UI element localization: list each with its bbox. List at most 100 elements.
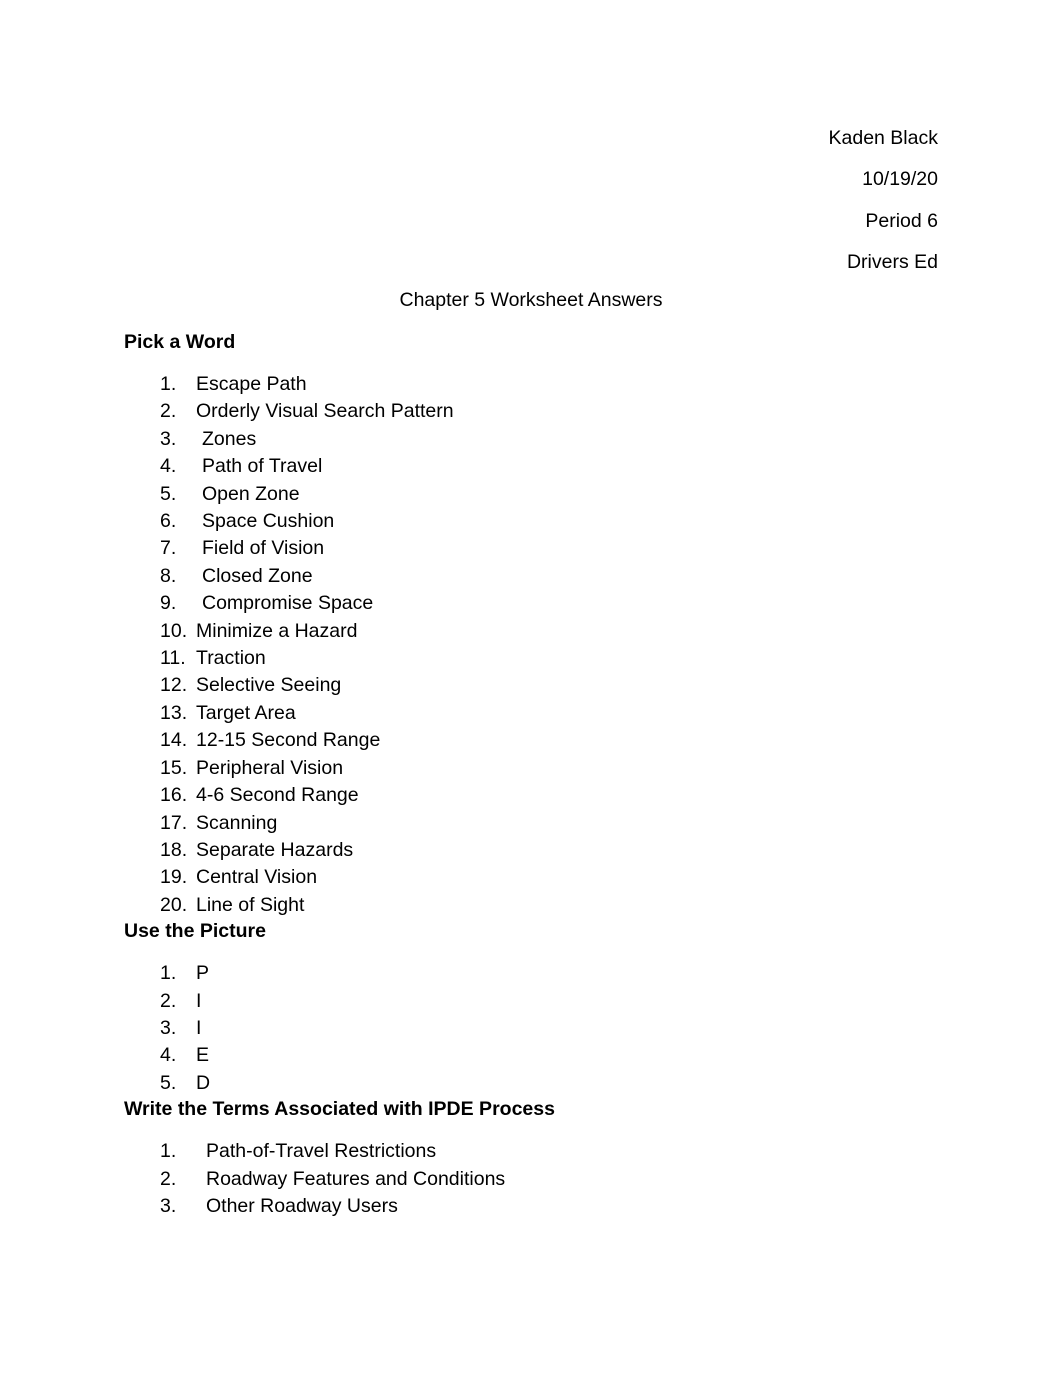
list-item-text: Central Vision xyxy=(196,866,318,889)
header-line-date: 10/19/20 xyxy=(862,168,938,191)
list-item-text: D xyxy=(196,1071,211,1094)
section-use-the-picture: Use the Picture 1. P 2. I 3. I 4. E 5. D xyxy=(124,919,984,1097)
list-item-number: 2. xyxy=(160,989,177,1012)
list-item-text: Target Area xyxy=(196,701,296,724)
list-item: 4. E xyxy=(124,1042,984,1069)
list-item-number: 3. xyxy=(160,1016,177,1039)
answer-list-pick-a-word: 1. Escape Path 2. Orderly Visual Search Pa… xyxy=(124,371,984,919)
list-item-text: Zones xyxy=(202,427,257,450)
list-item-number: 11. xyxy=(160,647,186,670)
header-line-period: Period 6 xyxy=(865,209,938,232)
list-item-number: 7. xyxy=(160,537,177,560)
list-item: 8. Closed Zone xyxy=(124,563,984,590)
list-item: 9. Compromise Space xyxy=(124,590,984,617)
list-item: 6. Space Cushion xyxy=(124,508,984,535)
list-item: 2. Orderly Visual Search Pattern xyxy=(124,398,984,425)
list-item-number: 1. xyxy=(160,373,177,395)
list-item: 3. Zones xyxy=(124,426,984,453)
answer-list-ipde-terms: 1. Path-of-Travel Restrictions 2. Roadway … xyxy=(124,1138,984,1220)
list-item: 1. Path-of-Travel Restrictions xyxy=(124,1138,984,1165)
list-item-number: 4. xyxy=(160,455,177,478)
list-item-number: 17. xyxy=(160,811,188,834)
list-item-text: Selective Seeing xyxy=(196,674,342,697)
list-item-number: 16. xyxy=(160,784,188,807)
list-item-number: 5. xyxy=(160,482,177,505)
section-pick-a-word: Pick a Word 1. Escape Path 2. Orderly Visu… xyxy=(124,330,984,919)
list-item-number: 10. xyxy=(160,619,188,642)
list-item: 2. Roadway Features and Conditions xyxy=(124,1166,984,1193)
list-item-number: 14. xyxy=(160,729,188,752)
list-item: 4. Path of Travel xyxy=(124,453,984,480)
list-item: 18. Separate Hazards xyxy=(124,837,984,864)
list-item-number: 5. xyxy=(160,1071,177,1094)
list-item-number: 12. xyxy=(160,674,188,697)
list-item-text: Space Cushion xyxy=(202,510,335,533)
list-item-number: 6. xyxy=(160,510,177,533)
list-item-text: Orderly Visual Search Pattern xyxy=(196,400,454,423)
list-item-text: Separate Hazards xyxy=(196,838,354,861)
list-item: 1. Escape Path xyxy=(124,371,984,398)
list-item: 10. Minimize a Hazard xyxy=(124,618,984,645)
list-item-text: Compromise Space xyxy=(202,592,374,615)
list-item-text: Other Roadway Users xyxy=(206,1194,398,1217)
list-item-text: Path-of-Travel Restrictions xyxy=(206,1140,437,1163)
list-item-text: E xyxy=(196,1044,210,1067)
list-item: 15. Peripheral Vision xyxy=(124,755,984,782)
list-item: 14. 12-15 Second Range xyxy=(124,727,984,754)
list-item-text: Scanning xyxy=(196,811,278,834)
list-item-number: 15. xyxy=(160,756,188,779)
list-item-text: 4-6 Second Range xyxy=(196,784,359,807)
document-body: Pick a Word 1. Escape Path 2. Orderly Visu… xyxy=(124,330,984,1220)
document-title: Chapter 5 Worksheet Answers xyxy=(399,289,663,311)
list-item: 7. Field of Vision xyxy=(124,535,984,562)
list-item: 5. Open Zone xyxy=(124,481,984,508)
list-item-text: Peripheral Vision xyxy=(196,756,344,779)
section-heading-ipde-terms: Write the Terms Associated with IPDE Pro… xyxy=(124,1098,555,1121)
list-item: 3. I xyxy=(124,1015,984,1042)
document-page: Kaden Black 10/19/20 Period 6 Drivers Ed… xyxy=(0,0,1062,1377)
list-item-text: Closed Zone xyxy=(202,564,313,587)
list-item-text: Open Zone xyxy=(202,482,300,505)
list-item: 17. Scanning xyxy=(124,810,984,837)
list-item-number: 2. xyxy=(160,400,177,423)
list-item-text: Field of Vision xyxy=(202,537,325,560)
list-item-number: 4. xyxy=(160,1044,177,1067)
list-item-number: 1. xyxy=(160,962,177,985)
list-item: 2. I xyxy=(124,988,984,1015)
list-item: 11. Traction xyxy=(124,645,984,672)
list-item-number: 19. xyxy=(160,866,188,889)
list-item-number: 2. xyxy=(160,1167,177,1190)
list-item: 3. Other Roadway Users xyxy=(124,1193,984,1220)
list-item-text: Traction xyxy=(196,647,266,670)
list-item-number: 20. xyxy=(160,893,188,916)
list-item-text: I xyxy=(196,989,202,1012)
section-heading-pick-a-word: Pick a Word xyxy=(124,331,236,353)
list-item-text: Path of Travel xyxy=(202,455,323,478)
list-item-text: I xyxy=(196,1016,202,1039)
header-line-name: Kaden Black xyxy=(828,127,939,149)
list-item: 20. Line of Sight xyxy=(124,892,984,919)
document-header-block: Kaden Black 10/19/20 Period 6 Drivers Ed xyxy=(124,118,939,283)
list-item-text: Minimize a Hazard xyxy=(196,619,358,642)
list-item-text: Escape Path xyxy=(196,373,307,395)
list-item-number: 13. xyxy=(160,701,188,724)
list-item-text: 12-15 Second Range xyxy=(196,729,381,752)
list-item-number: 3. xyxy=(160,1194,177,1217)
answer-list-use-the-picture: 1. P 2. I 3. I 4. E 5. D xyxy=(124,960,984,1097)
list-item-number: 8. xyxy=(160,564,177,587)
list-item: 16. 4-6 Second Range xyxy=(124,782,984,809)
list-item-number: 9. xyxy=(160,592,177,615)
header-line-class: Drivers Ed xyxy=(846,250,938,273)
list-item-text: Roadway Features and Conditions xyxy=(206,1167,506,1190)
list-item-number: 3. xyxy=(160,427,177,450)
list-item: 13. Target Area xyxy=(124,700,984,727)
list-item-text: Line of Sight xyxy=(196,893,305,916)
list-item-text: P xyxy=(196,962,210,985)
section-heading-use-the-picture: Use the Picture xyxy=(124,920,266,943)
list-item: 1. P xyxy=(124,960,984,987)
list-item: 12. Selective Seeing xyxy=(124,672,984,699)
list-item-number: 1. xyxy=(160,1140,177,1163)
section-ipde-terms: Write the Terms Associated with IPDE Pro… xyxy=(124,1097,984,1220)
list-item: 19. Central Vision xyxy=(124,864,984,891)
list-item: 5. D xyxy=(124,1070,984,1097)
